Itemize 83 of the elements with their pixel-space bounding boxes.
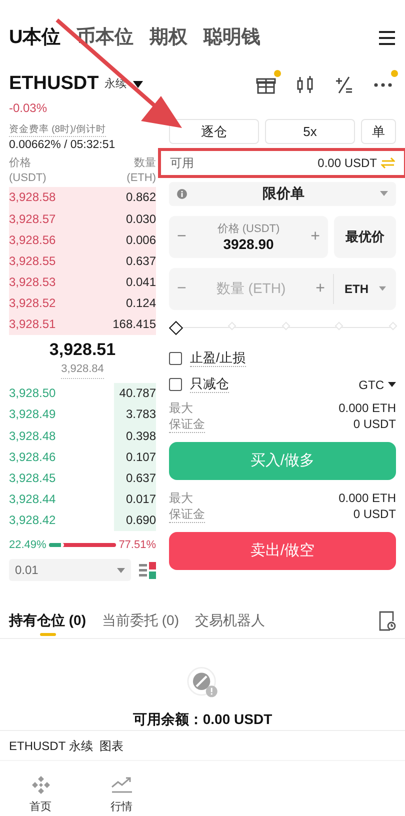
ask-row[interactable]: 3,928.56 0.006 [9,229,156,250]
quantity-field[interactable]: − 数量 (ETH) + ETH [169,268,396,310]
ask-row[interactable]: 3,928.51 168.415 [9,314,156,336]
ask-row[interactable]: 3,928.53 0.041 [9,272,156,293]
bid-quantity: 0.398 [114,424,156,446]
column-header: 价格 [9,156,32,171]
time-in-force-select[interactable]: GTC [358,376,396,394]
mark-price: 3,928.84 [61,361,104,379]
ask-row[interactable]: 3,928.58 0.862 [9,186,156,208]
price-change: -0.03% [9,100,48,117]
positions-tab[interactable]: 交易机器人 [195,603,265,638]
price-value: 3928.90 [223,236,274,252]
available-value: 0.00 USDT [318,154,377,172]
bid-quantity: 0.017 [114,488,156,510]
diamond-logo-icon [30,775,50,796]
margin-label: 保证金 [169,416,205,433]
bid-quantity: 0.637 [114,467,156,488]
margin-label: 保证金 [169,506,205,523]
menu-icon[interactable] [378,30,396,46]
ask-row[interactable]: 3,928.55 0.637 [9,250,156,272]
symbol-name[interactable]: ETHUSDT [9,70,99,99]
margin-value: 0 USDT [353,506,396,523]
ask-quantity: 0.124 [126,295,156,312]
ask-price: 3,928.53 [9,274,56,292]
checkbox[interactable] [169,352,182,366]
margin-mode-button[interactable]: 单 [361,118,396,144]
ask-quantity: 0.041 [126,274,156,292]
ask-price: 3,928.58 [9,189,56,206]
ask-row[interactable]: 3,928.57 0.030 [9,208,156,230]
order-history-icon[interactable] [378,610,396,631]
option-label: 只减仓 [190,376,229,394]
ask-price: 3,928.56 [9,232,56,249]
market-tab[interactable]: 聪明钱 [204,24,261,52]
order-type-select[interactable]: 限价单 [169,182,396,206]
ask-price: 3,928.51 [9,316,56,334]
column-unit: (ETH) [126,170,156,186]
ask-price: 3,928.52 [9,295,56,312]
max-value: 0.000 ETH [338,400,396,416]
funding-label: 资金费率 (8时)/倒计时 [9,122,106,137]
market-tab[interactable]: 期权 [150,24,188,52]
best-price-button[interactable]: 最优价 [334,216,396,258]
ask-row[interactable]: 3,928.52 0.124 [9,292,156,314]
positions-tab[interactable]: 当前委托 (0) [102,603,179,638]
column-unit: (USDT) [9,170,46,186]
trend-chart-icon [110,775,132,796]
checkbox[interactable] [169,378,182,392]
positions-tab[interactable]: 持有仓位 (0) [9,603,86,638]
funding-value: 0.00662% / 05:32:51 [9,138,116,153]
caret-icon[interactable] [388,382,396,388]
nav-item[interactable]: 首页 [0,775,81,816]
price-field-label: 价格 (USDT) [217,222,280,237]
column-header: 数量 [134,156,156,171]
max-value: 0.000 ETH [338,490,396,506]
max-label: 最大 [169,400,193,416]
option-label: 止盈/止损 [190,350,246,368]
margin-mode-button[interactable]: 5x [265,118,355,144]
info-icon [177,188,187,199]
ask-price: 3,928.57 [9,210,56,228]
buy-ratio: 22.49% [9,538,46,553]
bid-quantity: 0.107 [114,446,156,468]
caret-icon[interactable] [132,81,143,88]
margin-value: 0 USDT [353,416,396,433]
ask-price: 3,928.55 [9,252,56,270]
max-label: 最大 [169,490,193,506]
precision-select[interactable]: 0.01 [9,559,131,582]
market-tab[interactable]: U本位 [9,24,61,52]
available-label: 可用 [170,154,194,172]
ask-quantity: 0.030 [126,210,156,228]
bid-quantity: 0.690 [114,510,156,531]
sell-ratio: 77.51% [118,538,156,553]
layout-icon[interactable] [139,562,156,579]
nav-item[interactable]: 行情 [81,775,162,816]
ask-quantity: 0.862 [126,189,156,206]
ask-quantity: 168.415 [112,316,156,334]
last-price: 3,928.51 [49,339,116,362]
ask-quantity: 0.637 [126,252,156,270]
chart-bar[interactable]: ETHUSDT 永续 图表 [0,730,405,760]
available-balance-text: 可用余额：0.00 USDT [132,710,272,730]
sell-short-button[interactable]: 卖出/做空 [169,532,396,570]
bid-quantity: 40.787 [114,382,156,404]
ask-quantity: 0.006 [126,232,156,249]
bid-quantity: 3.783 [114,404,156,425]
unit-select[interactable]: ETH [334,280,396,298]
